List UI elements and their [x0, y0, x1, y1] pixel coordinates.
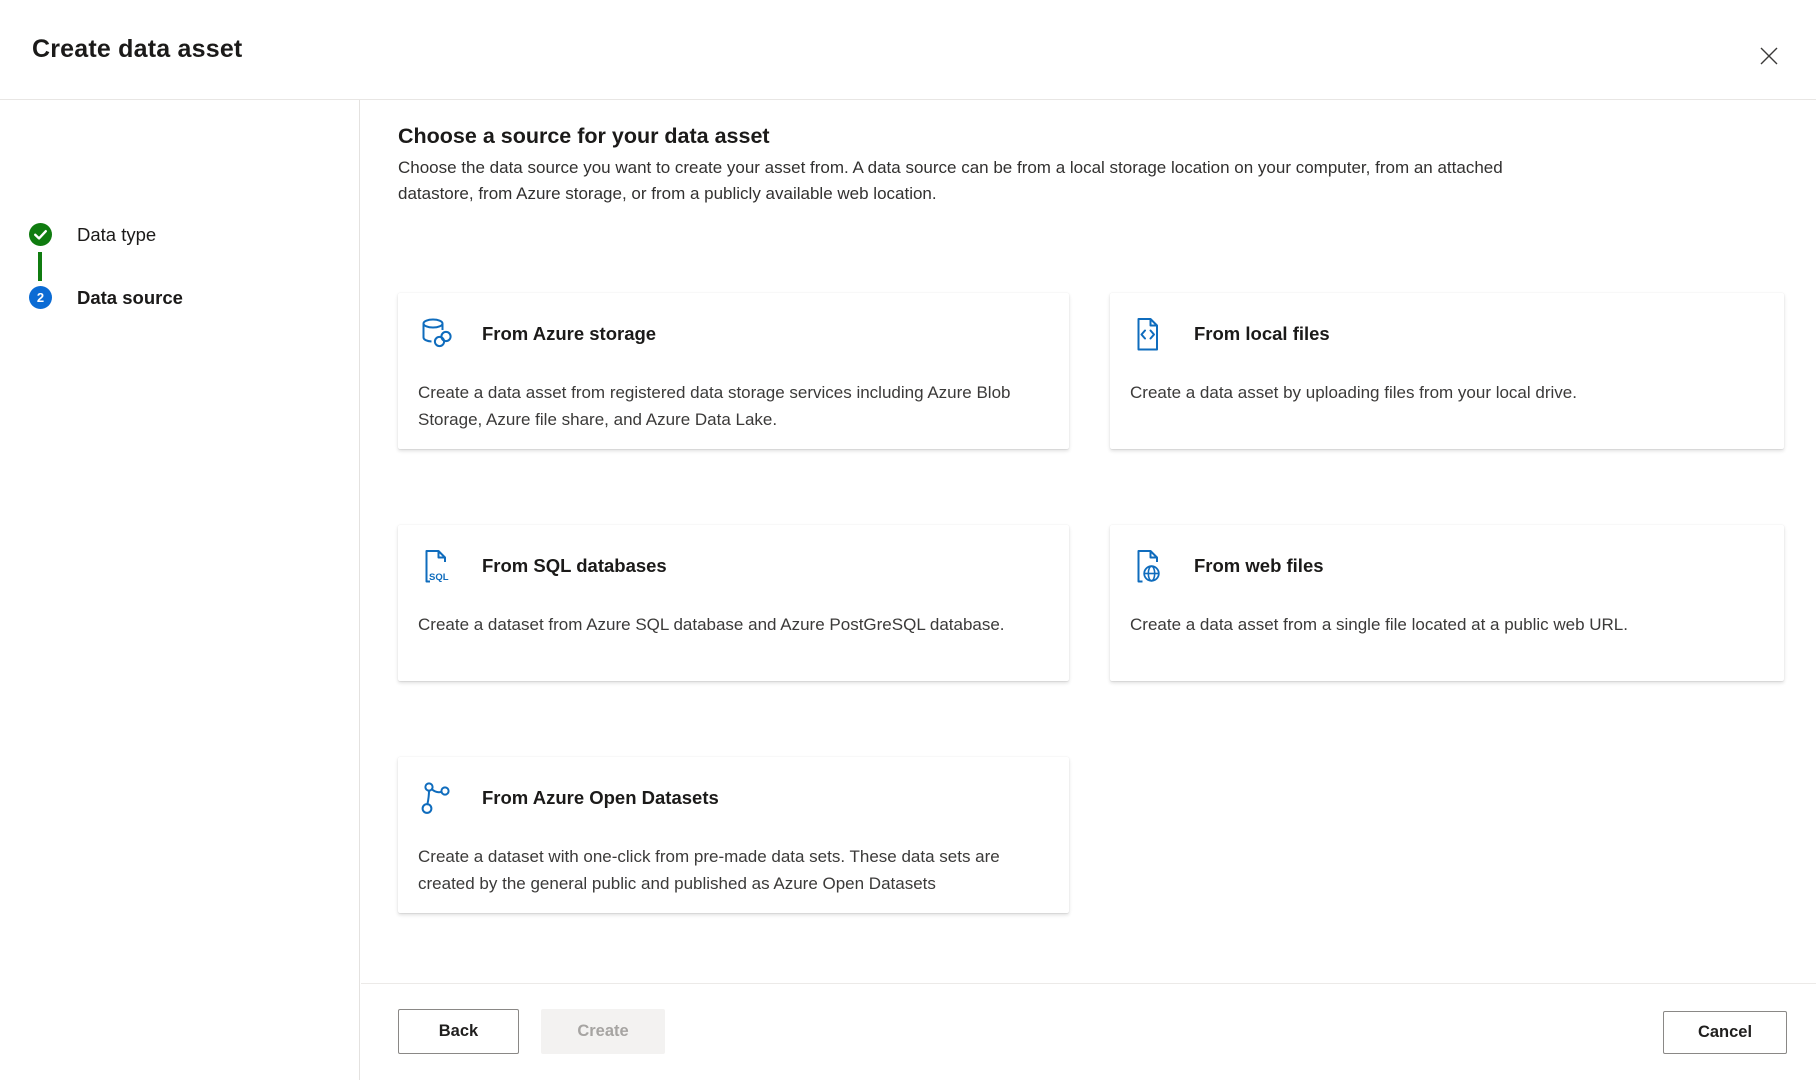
step-data-type[interactable]: Data type	[29, 223, 156, 246]
back-button[interactable]: Back	[398, 1009, 519, 1054]
cancel-button[interactable]: Cancel	[1663, 1011, 1787, 1054]
card-description: Create a dataset from Azure SQL database…	[418, 611, 1044, 638]
azure-storage-icon	[418, 317, 452, 351]
dialog-footer: Back Create Cancel	[361, 983, 1816, 1080]
card-description: Create a dataset with one-click from pre…	[418, 843, 1044, 897]
close-button[interactable]	[1748, 36, 1790, 78]
step-2-badge: 2	[29, 286, 52, 309]
card-from-local-files[interactable]: From local files Create a data asset by …	[1110, 293, 1784, 449]
check-icon	[29, 223, 52, 246]
card-from-sql-databases[interactable]: SQL From SQL databases Create a dataset …	[398, 525, 1069, 681]
create-data-asset-dialog: Create data asset Data type 2 Data sourc…	[0, 0, 1816, 1080]
stepper-sidebar: Data type 2 Data source	[0, 100, 360, 1080]
sql-databases-icon: SQL	[418, 549, 452, 583]
card-title: From Azure Open Datasets	[482, 787, 719, 809]
open-datasets-icon	[418, 781, 452, 815]
web-files-icon	[1130, 549, 1164, 583]
card-from-azure-open-datasets[interactable]: From Azure Open Datasets Create a datase…	[398, 757, 1069, 913]
create-button[interactable]: Create	[541, 1009, 665, 1054]
step-connector	[38, 252, 42, 281]
page-description: Choose the data source you want to creat…	[398, 155, 1533, 207]
card-title: From SQL databases	[482, 555, 667, 577]
local-files-icon	[1130, 317, 1164, 351]
card-description: Create a data asset from a single file l…	[1130, 611, 1756, 638]
dialog-header: Create data asset	[0, 0, 1816, 100]
svg-text:SQL: SQL	[429, 572, 449, 583]
step-data-source[interactable]: 2 Data source	[29, 286, 183, 309]
card-description: Create a data asset from registered data…	[418, 379, 1044, 433]
main-content: Choose a source for your data asset Choo…	[361, 100, 1816, 983]
close-icon	[1757, 44, 1781, 71]
source-card-grid: From Azure storage Create a data asset f…	[398, 293, 1784, 913]
card-description: Create a data asset by uploading files f…	[1130, 379, 1756, 406]
step-label-data-type: Data type	[77, 224, 156, 246]
dialog-title: Create data asset	[32, 35, 242, 64]
step-label-data-source: Data source	[77, 287, 183, 309]
card-from-azure-storage[interactable]: From Azure storage Create a data asset f…	[398, 293, 1069, 449]
card-title: From web files	[1194, 555, 1324, 577]
card-title: From local files	[1194, 323, 1330, 345]
page-title: Choose a source for your data asset	[398, 124, 770, 149]
card-from-web-files[interactable]: From web files Create a data asset from …	[1110, 525, 1784, 681]
card-title: From Azure storage	[482, 323, 656, 345]
